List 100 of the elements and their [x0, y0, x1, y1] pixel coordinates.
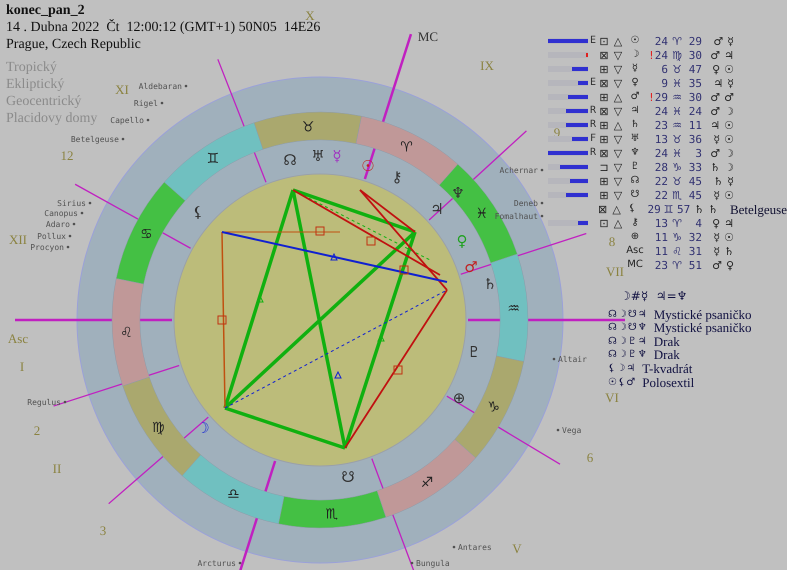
- motion-label: E: [590, 36, 596, 46]
- pattern-name: Mystické psaničko: [654, 308, 752, 322]
- aspect-symbol: ▽: [612, 148, 624, 158]
- aspect-symbol: ⊞: [598, 134, 610, 144]
- minutes: 30: [688, 50, 702, 60]
- ruler-glyph: ♂: [710, 50, 720, 60]
- sign-glyph: ♉: [671, 134, 683, 144]
- degree: 13: [654, 134, 668, 144]
- degree: 22: [654, 190, 668, 200]
- degree: 24: [654, 50, 668, 60]
- star-name: Betelgeuse: [70, 135, 119, 144]
- ruler-glyph: ♀: [726, 260, 734, 270]
- ruler-glyph: ♀: [712, 218, 720, 228]
- aspect-symbol: ⊠: [598, 106, 610, 116]
- pattern-glyphs: ☊☽☋♃: [608, 308, 648, 322]
- minutes: 4: [694, 218, 702, 228]
- aspect-symbol: ⊞: [598, 92, 610, 102]
- house-label: V: [512, 541, 522, 556]
- ruler-glyph: ♂: [724, 92, 734, 102]
- star-name: Deneb: [514, 199, 538, 208]
- ruler-glyph: ♂: [712, 260, 722, 270]
- aspect-symbol: ⊠: [598, 50, 610, 60]
- degree: 23: [654, 260, 668, 270]
- ruler-glyph: ☿: [713, 232, 720, 242]
- point-glyph: ♀: [630, 78, 640, 88]
- point-glyph: ♅: [630, 134, 640, 144]
- planet-glyph: ☋: [341, 468, 355, 486]
- sign-glyph: ♌: [671, 246, 683, 256]
- chart-title: konec_pan_2: [6, 2, 85, 19]
- minutes: 51: [688, 260, 702, 270]
- point-glyph: ♂: [630, 92, 640, 102]
- minutes: 32: [688, 232, 702, 242]
- aspect-symbol: ⊡: [598, 218, 610, 228]
- star-name: Aldebaran: [138, 82, 182, 91]
- degree: 24: [654, 148, 668, 158]
- star-name: Sirius: [57, 199, 86, 208]
- house-label: XI: [115, 82, 129, 97]
- ruler-glyph: ♂: [710, 106, 720, 116]
- aspect-symbol: ⊐: [598, 162, 610, 172]
- minutes: 30: [688, 92, 702, 102]
- aspect-symbol: △: [611, 204, 622, 214]
- pattern-name: T-kvadrát: [642, 362, 692, 376]
- pattern-glyphs: ⚸☽♃: [608, 362, 636, 376]
- minutes: 31: [688, 246, 702, 256]
- ruler-glyph: ☿: [713, 134, 720, 144]
- ruler-glyph: ☽: [724, 162, 734, 172]
- house-label: Asc: [8, 331, 28, 346]
- star-name: Antares: [458, 543, 492, 552]
- motion-label: R: [590, 120, 596, 130]
- minutes: 57: [676, 204, 690, 214]
- aspect-symbol: ▽: [612, 162, 624, 172]
- star-name: Rigel: [134, 99, 158, 108]
- planet-glyph: ♆: [451, 184, 465, 202]
- aspect-symbol: ▽: [612, 106, 624, 116]
- star-name: Bungula: [416, 559, 450, 568]
- aspect-symbol: ⊞: [598, 190, 610, 200]
- motion-label: R: [590, 148, 596, 158]
- ruler-glyph: ☿: [713, 190, 720, 200]
- aspect-symbol: △: [612, 36, 624, 46]
- planet-glyph: ☿: [332, 147, 342, 165]
- fixed-star-note: Betelgeuse: [730, 202, 787, 216]
- sign-glyph: ♊: [206, 151, 220, 168]
- sign-glyph: ♑: [671, 162, 683, 172]
- sign-glyph: ♉: [671, 64, 683, 74]
- sign-glyph: ♒: [671, 120, 683, 130]
- chart-place: Prague, Czech Republic: [6, 36, 141, 53]
- house-label: VI: [605, 390, 619, 405]
- aspect-symbol: ⊡: [598, 36, 610, 46]
- minutes: 35: [688, 78, 702, 88]
- pattern-name: Drak: [654, 334, 680, 348]
- ruler-glyph: ♄: [694, 204, 704, 214]
- sign-glyph: ♐: [420, 474, 434, 491]
- point-glyph: ☊: [630, 176, 640, 186]
- sign-glyph: ♓: [671, 106, 683, 116]
- planet-glyph: ♄: [483, 275, 497, 293]
- sign-glyph: ♈: [671, 218, 683, 228]
- minutes: 29: [688, 36, 702, 46]
- aspect-symbol: ▽: [612, 50, 624, 60]
- minutes: 36: [688, 134, 702, 144]
- aspect-symbol: ▽: [612, 176, 624, 186]
- alert-mark: !: [648, 92, 655, 102]
- ruler-glyph: ♂: [713, 36, 724, 46]
- ruler-glyph: ☿: [727, 78, 734, 88]
- star-name: Vega: [562, 426, 582, 435]
- ruler-glyph: ☉: [724, 134, 734, 144]
- sign-glyph: ♋: [140, 226, 153, 242]
- planet-glyph: ☊: [283, 151, 297, 169]
- degree: 23: [654, 120, 668, 130]
- degree: 22: [654, 176, 668, 186]
- point-glyph: ♆: [630, 148, 640, 158]
- sign-glyph: ♊: [662, 204, 675, 214]
- aspect-symbol: ▽: [612, 64, 624, 74]
- minutes: 47: [688, 64, 702, 74]
- house-label: MC: [418, 29, 438, 44]
- sign-glyph: ♒: [671, 92, 683, 102]
- ruler-glyph: ☉: [724, 190, 734, 200]
- sign-glyph: ♈: [671, 260, 683, 270]
- point-glyph: ♇: [630, 162, 640, 172]
- degree: 29: [654, 92, 668, 102]
- ruler-glyph: ☿: [727, 176, 734, 186]
